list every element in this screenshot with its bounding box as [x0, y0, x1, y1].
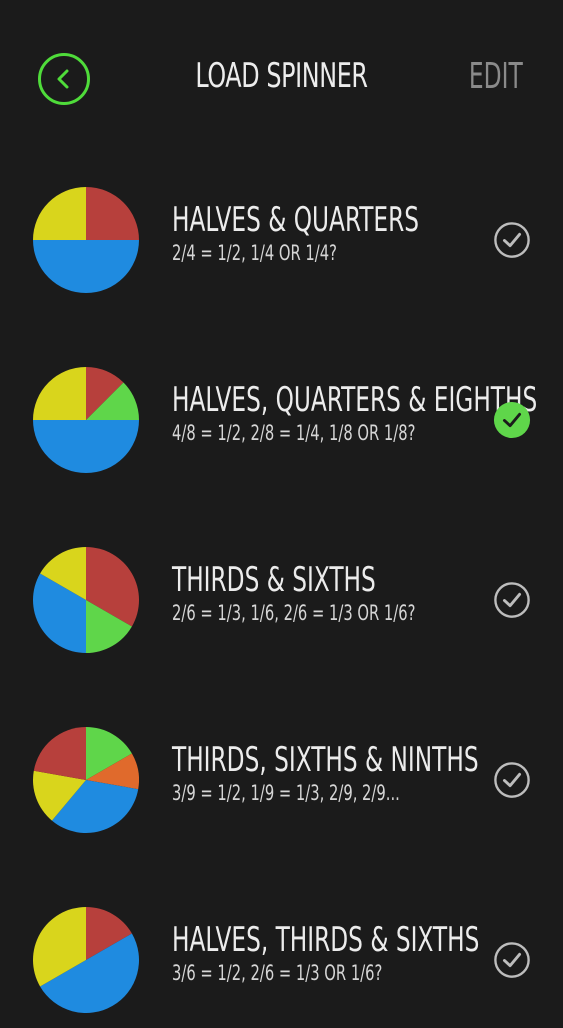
- spinner-subtitle: 3/6 = 1/2, 2/6 = 1/3 OR 1/6?: [172, 961, 383, 985]
- spinner-pie-icon: [33, 367, 139, 473]
- pie-slice: [33, 727, 86, 780]
- pie-slice: [33, 240, 139, 293]
- spinner-text: THIRDS & SIXTHS 2/6 = 1/3, 1/6, 2/6 = 1/3…: [172, 560, 492, 626]
- spinner-row[interactable]: HALVES, THIRDS & SIXTHS 3/6 = 1/2, 2/6 = …: [0, 907, 563, 1028]
- spinner-name: HALVES, QUARTERS & EIGHTHS: [172, 380, 538, 420]
- spinner-pie-icon: [33, 187, 139, 293]
- pie-slice: [33, 367, 86, 420]
- spinner-row[interactable]: THIRDS & SIXTHS 2/6 = 1/3, 1/6, 2/6 = 1/3…: [0, 547, 563, 668]
- spinner-name: THIRDS & SIXTHS: [172, 560, 376, 600]
- page-title: LOAD SPINNER: [195, 56, 368, 96]
- spinner-row[interactable]: HALVES, QUARTERS & EIGHTHS 4/8 = 1/2, 2/8…: [0, 367, 563, 488]
- header-bar: LOAD SPINNER EDIT: [0, 0, 563, 160]
- pie-slice: [86, 187, 139, 240]
- spinner-pie-icon: [33, 907, 139, 1013]
- pie-slice: [33, 187, 86, 240]
- spinner-name: HALVES, THIRDS & SIXTHS: [172, 920, 480, 960]
- pie-slice: [33, 420, 139, 473]
- spinner-text: HALVES, QUARTERS & EIGHTHS 4/8 = 1/2, 2/8…: [172, 380, 538, 446]
- spinner-name: THIRDS, SIXTHS & NINTHS: [172, 740, 479, 780]
- spinner-text: HALVES & QUARTERS 2/4 = 1/2, 1/4 OR 1/4?: [172, 200, 492, 266]
- spinner-row[interactable]: THIRDS, SIXTHS & NINTHS 3/9 = 1/2, 1/9 = …: [0, 727, 563, 848]
- check-outline-icon[interactable]: [493, 761, 531, 799]
- spinner-name: HALVES & QUARTERS: [172, 200, 420, 240]
- edit-button[interactable]: EDIT: [469, 56, 523, 97]
- spinner-subtitle: 4/8 = 1/2, 2/8 = 1/4, 1/8 OR 1/8?: [172, 421, 416, 445]
- spinner-text: THIRDS, SIXTHS & NINTHS 3/9 = 1/2, 1/9 = …: [172, 740, 492, 806]
- spinner-subtitle: 2/4 = 1/2, 1/4 OR 1/4?: [172, 241, 337, 265]
- check-filled-icon[interactable]: [493, 401, 531, 439]
- spinner-subtitle: 2/6 = 1/3, 1/6, 2/6 = 1/3 OR 1/6?: [172, 601, 416, 625]
- spinner-subtitle: 3/9 = 1/2, 1/9 = 1/3, 2/9, 2/9...: [172, 781, 400, 805]
- check-outline-icon[interactable]: [493, 221, 531, 259]
- check-outline-icon[interactable]: [493, 581, 531, 619]
- check-outline-icon[interactable]: [493, 941, 531, 979]
- spinner-pie-icon: [33, 547, 139, 653]
- spinner-text: HALVES, THIRDS & SIXTHS 3/6 = 1/2, 2/6 = …: [172, 920, 492, 986]
- spinner-pie-icon: [33, 727, 139, 833]
- spinner-row[interactable]: HALVES & QUARTERS 2/4 = 1/2, 1/4 OR 1/4?: [0, 187, 563, 308]
